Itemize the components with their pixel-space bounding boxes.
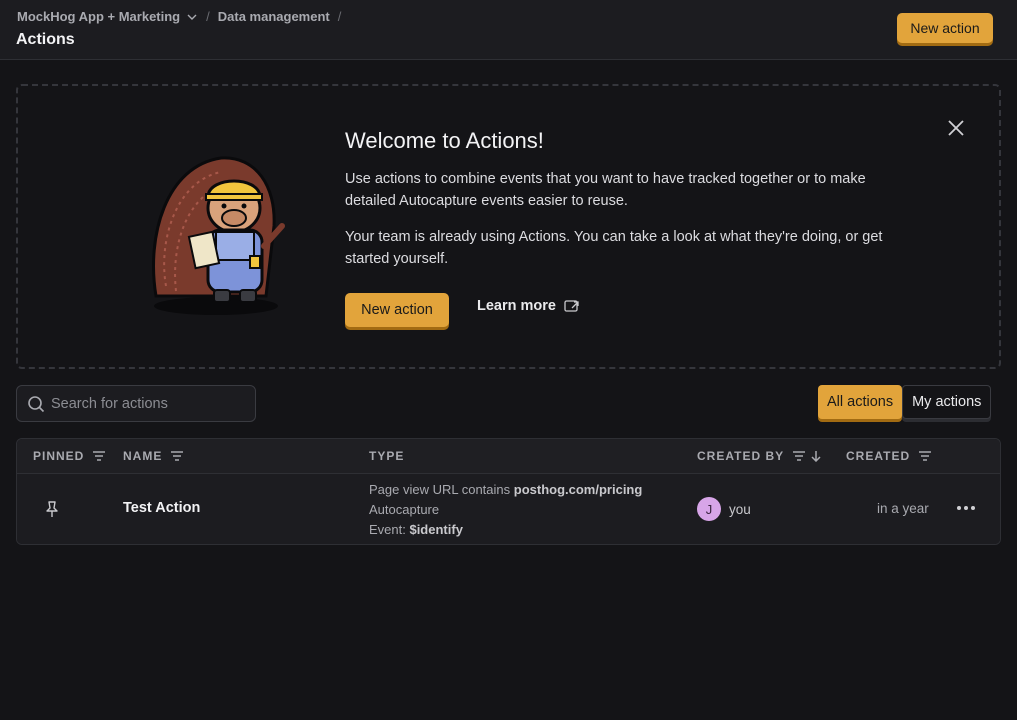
banner-new-action-button[interactable]: New action	[345, 293, 449, 327]
column-type-label: TYPE	[369, 449, 405, 463]
type-event-line: Event: $identify	[369, 520, 642, 540]
hedgehog-illustration	[152, 156, 285, 315]
type-autocapture-line: Autocapture	[369, 502, 440, 517]
sort-icon	[793, 451, 806, 461]
my-actions-button[interactable]: My actions	[902, 385, 992, 419]
welcome-description: Use actions to combine events that you w…	[345, 171, 866, 209]
avatar: J	[697, 497, 721, 521]
column-created-by-label: CREATED BY	[697, 449, 785, 463]
created-date: in a year	[877, 501, 929, 516]
external-link-icon	[564, 300, 579, 312]
learn-more-link[interactable]: Learn more	[477, 298, 580, 314]
breadcrumb-separator: /	[337, 9, 342, 24]
arrow-down-icon	[811, 451, 821, 462]
sort-icon	[919, 451, 932, 461]
sort-icon	[93, 451, 106, 461]
welcome-banner: Welcome to Actions! Use actions to combi…	[16, 84, 1001, 369]
column-name-label: NAME	[123, 449, 163, 463]
chevron-down-icon[interactable]	[186, 11, 198, 23]
search-icon	[28, 395, 45, 412]
learn-more-label: Learn more	[477, 298, 556, 314]
more-options-icon[interactable]	[956, 504, 976, 512]
breadcrumb: MockHog App + Marketing / Data managemen…	[17, 9, 349, 24]
type-pageview-url: posthog.com/pricing	[513, 482, 643, 497]
breadcrumb-section[interactable]: Data management	[218, 9, 330, 24]
actions-table: PINNED NAME TYPE CREATED BY CREATED Test…	[16, 438, 1001, 545]
type-event-prefix: Event:	[369, 522, 410, 537]
type-pageview-line: Page view URL contains posthog.com/prici…	[369, 480, 642, 500]
close-icon[interactable]	[946, 118, 966, 138]
welcome-title: Welcome to Actions!	[345, 128, 544, 153]
column-type: TYPE	[369, 449, 404, 463]
column-created-by[interactable]: CREATED BY	[697, 449, 822, 463]
sort-icon	[171, 451, 184, 461]
column-created[interactable]: CREATED	[846, 449, 932, 463]
new-action-button[interactable]: New action	[897, 13, 993, 43]
column-created-label: CREATED	[846, 449, 911, 463]
breadcrumb-project[interactable]: MockHog App + Marketing	[17, 9, 180, 24]
welcome-team-note: Your team is already using Actions. You …	[345, 229, 883, 267]
action-type: Page view URL contains posthog.com/prici…	[369, 480, 642, 540]
column-name[interactable]: NAME	[123, 449, 184, 463]
table-row[interactable]: Test Action Page view URL contains posth…	[17, 474, 1000, 544]
table-header: PINNED NAME TYPE CREATED BY CREATED	[17, 439, 1000, 474]
search-field[interactable]	[16, 385, 256, 422]
action-name-link[interactable]: Test Action	[123, 500, 200, 516]
top-bar: MockHog App + Marketing / Data managemen…	[0, 0, 1017, 60]
page-title: Actions	[16, 31, 75, 48]
creator-name: you	[729, 501, 751, 517]
pin-icon[interactable]	[44, 500, 60, 518]
type-event-name: $identify	[409, 522, 463, 537]
created-by: J you	[697, 497, 751, 521]
search-input[interactable]	[51, 395, 251, 412]
all-actions-button[interactable]: All actions	[818, 385, 903, 419]
column-pinned[interactable]: PINNED	[33, 449, 106, 463]
actions-filter-toggle: All actions My actions	[818, 385, 992, 422]
column-pinned-label: PINNED	[33, 449, 85, 463]
type-pageview-prefix: Page view URL contains	[369, 482, 514, 497]
breadcrumb-separator: /	[206, 9, 210, 24]
